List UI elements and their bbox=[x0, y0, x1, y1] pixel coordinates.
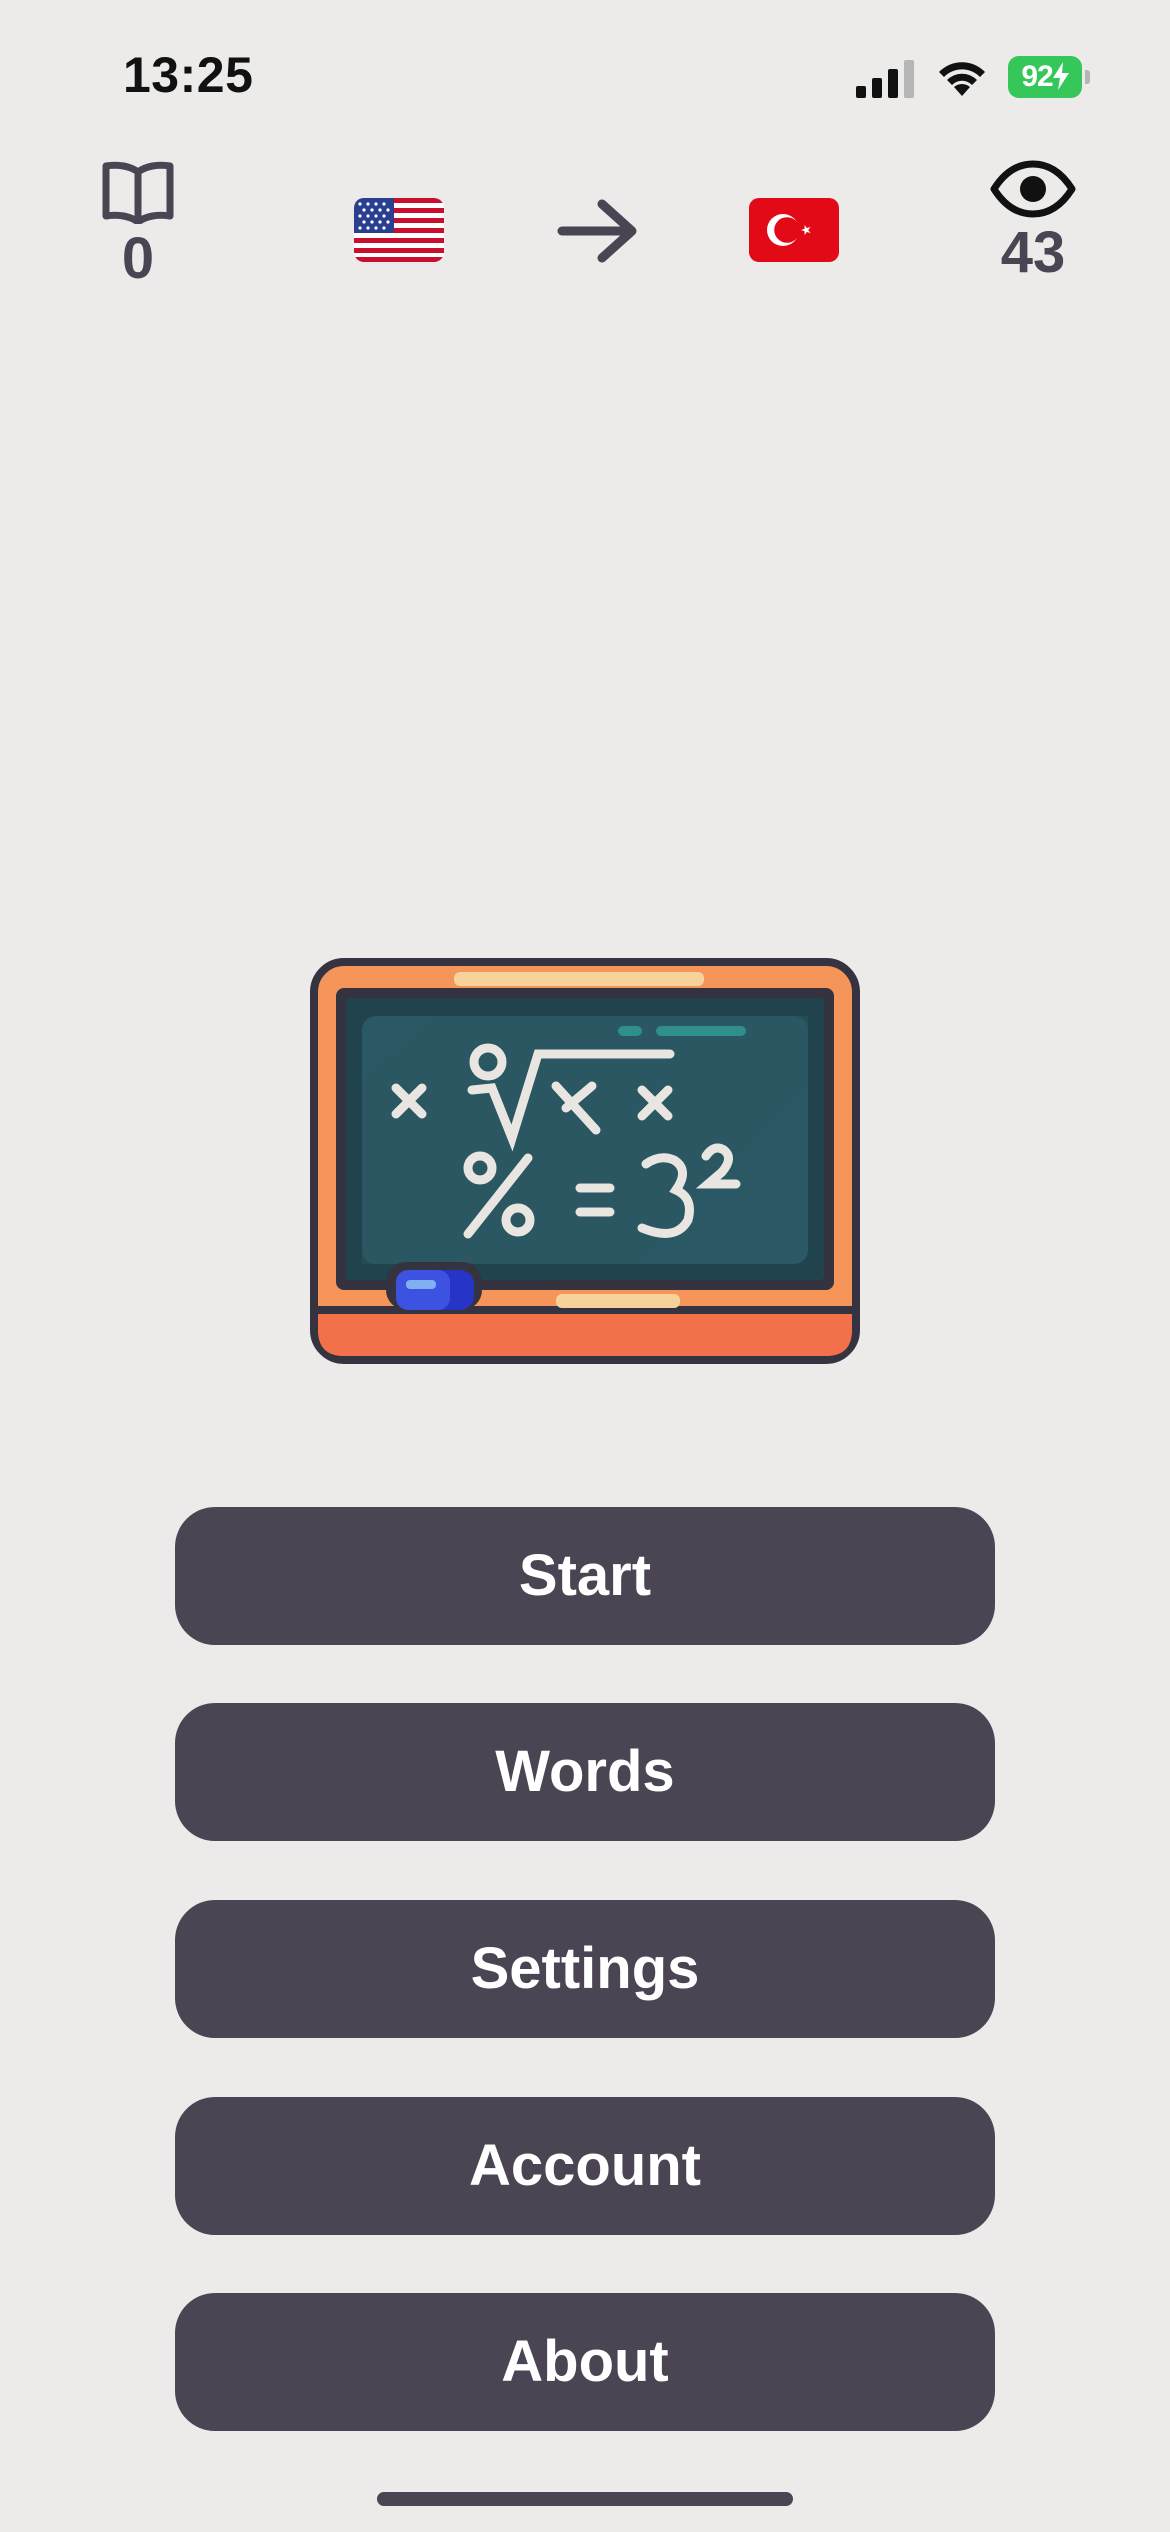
account-button[interactable]: Account bbox=[175, 2097, 995, 2235]
viewed-count: 43 bbox=[1000, 220, 1066, 285]
wifi-icon bbox=[939, 62, 985, 96]
status-bar: 13:25 92 bbox=[0, 0, 1170, 150]
turkey-flag-icon[interactable] bbox=[749, 198, 839, 262]
start-button[interactable]: Start bbox=[175, 1507, 995, 1645]
about-button[interactable]: About bbox=[175, 2293, 995, 2431]
us-flag-icon[interactable] bbox=[354, 198, 444, 262]
battery-level: 92 bbox=[1008, 56, 1082, 98]
words-button[interactable]: Words bbox=[175, 1703, 995, 1841]
viewed-words-stat[interactable]: 43 bbox=[978, 160, 1088, 282]
status-time: 13:25 bbox=[123, 47, 254, 103]
eye-icon bbox=[990, 160, 1076, 218]
settings-button[interactable]: Settings bbox=[175, 1900, 995, 2038]
home-indicator[interactable] bbox=[377, 2492, 793, 2506]
learned-words-stat[interactable]: 0 bbox=[88, 160, 188, 288]
cellular-signal-icon bbox=[856, 60, 914, 98]
chalkboard-math-icon bbox=[310, 958, 860, 1364]
battery-indicator: 92 bbox=[1008, 56, 1090, 98]
charging-bolt-icon bbox=[1052, 62, 1069, 90]
battery-cap bbox=[1085, 70, 1090, 84]
arrow-right-icon bbox=[557, 199, 637, 263]
learned-count: 0 bbox=[121, 226, 155, 291]
book-icon bbox=[102, 161, 174, 224]
